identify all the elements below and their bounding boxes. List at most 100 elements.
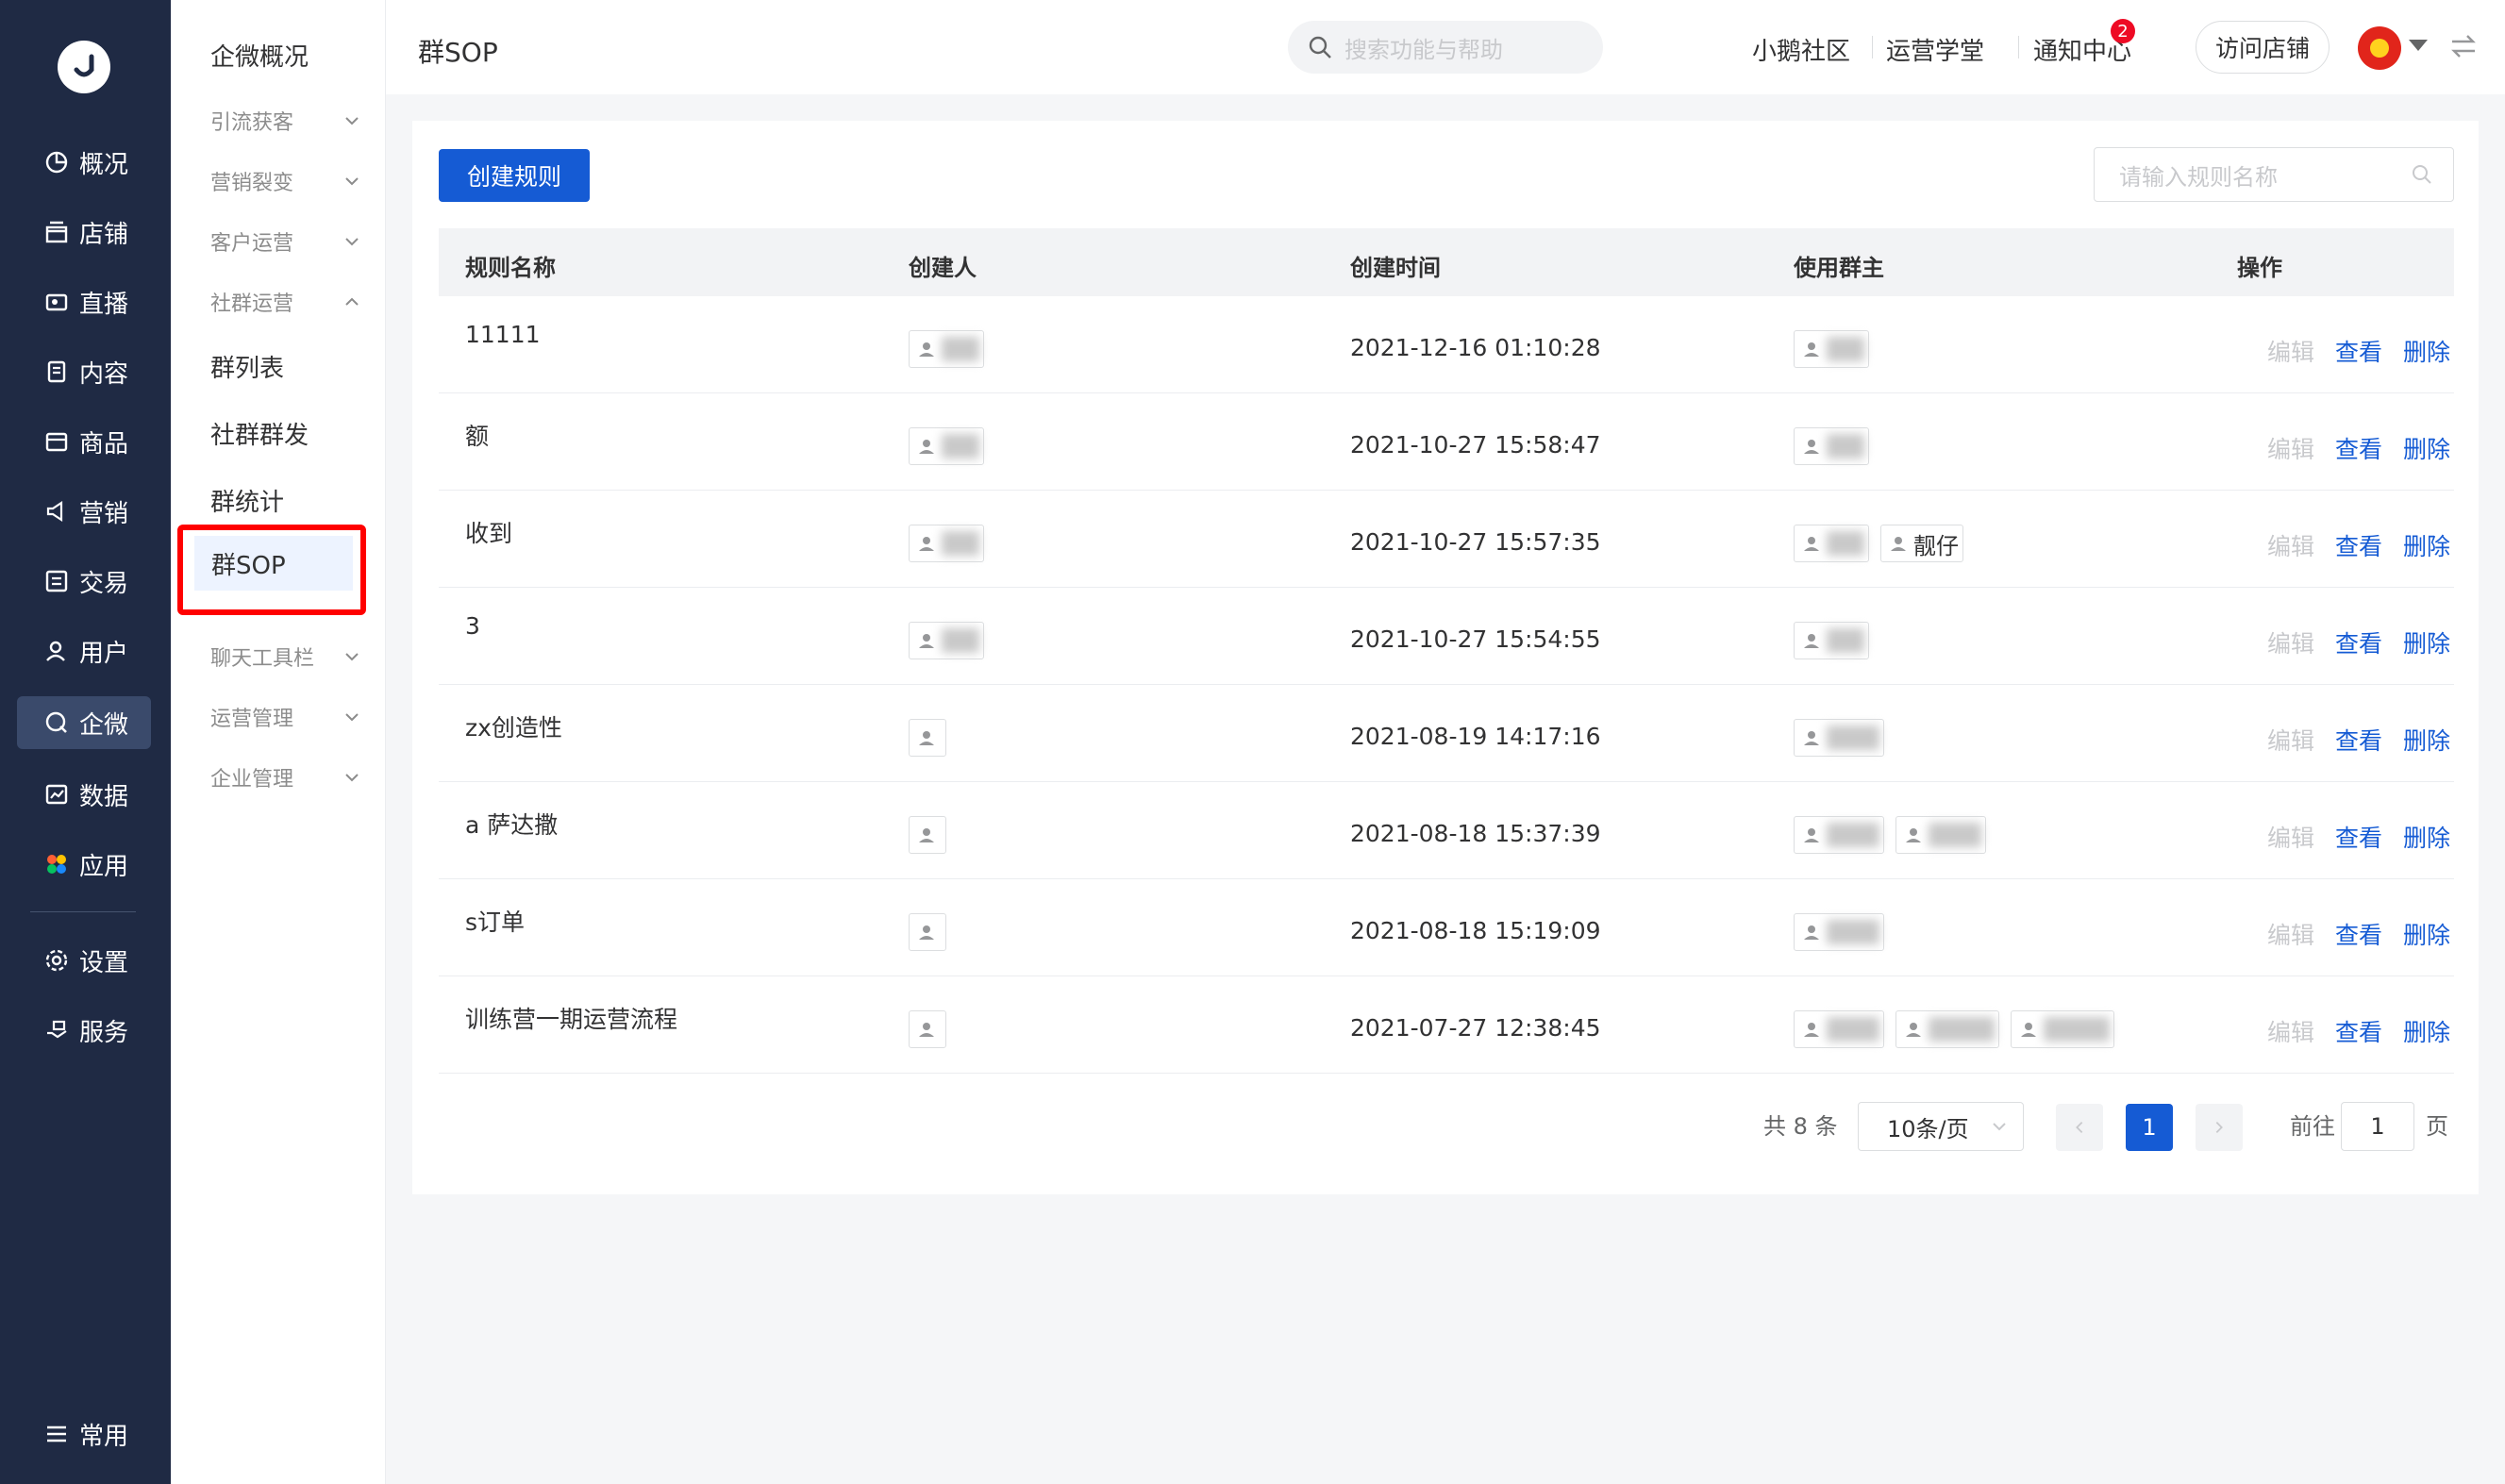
table-row: 3 2021-10-27 15:54:55 编辑 查看 删除 <box>439 588 2454 685</box>
delete-link[interactable]: 删除 <box>2403 625 2450 659</box>
edit-link[interactable]: 编辑 <box>2267 528 2314 562</box>
row-actions: 编辑 查看 删除 <box>2267 431 2450 465</box>
submenu-group-operations[interactable]: 运营管理 <box>210 691 361 743</box>
creator-chip <box>909 525 984 562</box>
submenu-group-community[interactable]: 社群运营 <box>210 275 361 328</box>
main-nav: 概况 店铺 直播 内容 商品 营销 交易 用户 企微 数据 应用 设置 服务 常… <box>0 0 171 1484</box>
delete-link[interactable]: 删除 <box>2403 917 2450 951</box>
delete-link[interactable]: 删除 <box>2403 431 2450 465</box>
submenu-item-group-list[interactable]: 群列表 <box>210 349 284 384</box>
nav-item-overview[interactable]: 概况 <box>17 136 151 189</box>
submenu-group-chat-toolbar[interactable]: 聊天工具栏 <box>210 630 361 683</box>
nav-item-favorites[interactable]: 常用 <box>17 1408 151 1460</box>
nav-item-apps[interactable]: 应用 <box>17 838 151 891</box>
edit-link[interactable]: 编辑 <box>2267 723 2314 757</box>
global-search-input[interactable]: 搜索功能与帮助 <box>1288 21 1603 74</box>
chevron-down-icon <box>345 713 359 722</box>
link-community[interactable]: 小鹅社区 <box>1752 32 1850 67</box>
table-row: 11111 2021-12-16 01:10:28 编辑 查看 删除 <box>439 296 2454 393</box>
submenu-group-customer[interactable]: 客户运营 <box>210 215 361 268</box>
delete-link[interactable]: 删除 <box>2403 528 2450 562</box>
nav-item-live[interactable]: 直播 <box>17 275 151 328</box>
user-icon <box>43 638 70 664</box>
nav-item-data[interactable]: 数据 <box>17 768 151 821</box>
next-page-button[interactable] <box>2196 1104 2243 1151</box>
box-icon <box>43 428 70 455</box>
link-academy[interactable]: 运营学堂 <box>1886 32 1984 67</box>
submenu-item-group-broadcast[interactable]: 社群群发 <box>210 416 309 451</box>
view-link[interactable]: 查看 <box>2335 528 2382 562</box>
rule-search-input[interactable]: 请输入规则名称 <box>2094 147 2454 202</box>
create-rule-button[interactable]: 创建规则 <box>439 149 590 202</box>
prev-page-button[interactable] <box>2056 1104 2103 1151</box>
blurred-name <box>1827 531 1864 556</box>
edit-link[interactable]: 编辑 <box>2267 917 2314 951</box>
user-avatar-icon <box>1906 828 1921 842</box>
view-link[interactable]: 查看 <box>2335 917 2382 951</box>
owner-chip <box>1794 1010 1884 1048</box>
view-link[interactable]: 查看 <box>2335 820 2382 854</box>
nav-item-service[interactable]: 服务 <box>17 1004 151 1057</box>
submenu-item-group-stats[interactable]: 群统计 <box>210 483 284 518</box>
page-size-select[interactable]: 10条/页 <box>1858 1102 2024 1151</box>
owner-chip <box>1794 622 1869 659</box>
rule-name: 3 <box>465 612 480 640</box>
edit-link[interactable]: 编辑 <box>2267 334 2314 368</box>
nav-item-trade[interactable]: 交易 <box>17 555 151 608</box>
creator-chip <box>909 719 946 757</box>
nav-item-label: 商品 <box>79 429 129 459</box>
blurred-name <box>1827 434 1864 459</box>
delete-link[interactable]: 删除 <box>2403 334 2450 368</box>
nav-item-wecom[interactable]: 企微 <box>17 696 151 749</box>
column-header-time: 创建时间 <box>1350 255 1441 281</box>
view-link[interactable]: 查看 <box>2335 723 2382 757</box>
visit-store-button[interactable]: 访问店铺 <box>2196 21 2330 74</box>
caret-down-icon[interactable] <box>2409 40 2428 51</box>
view-link[interactable]: 查看 <box>2335 625 2382 659</box>
user-avatar-icon <box>919 925 934 940</box>
blurred-name <box>1827 823 1879 847</box>
brand-logo[interactable] <box>58 41 110 93</box>
delete-link[interactable]: 删除 <box>2403 1014 2450 1048</box>
submenu-group-enterprise[interactable]: 企业管理 <box>210 751 361 804</box>
nav-item-user[interactable]: 用户 <box>17 625 151 677</box>
goto-prefix: 前往 <box>2290 1113 2335 1140</box>
search-icon <box>1309 36 1331 58</box>
delete-link[interactable]: 删除 <box>2403 820 2450 854</box>
nav-item-marketing[interactable]: 营销 <box>17 485 151 538</box>
submenu-group-fission[interactable]: 营销裂变 <box>210 155 361 208</box>
user-avatar-icon <box>919 731 934 745</box>
column-header-owner: 使用群主 <box>1794 255 1884 281</box>
creator-chip <box>909 913 946 951</box>
view-link[interactable]: 查看 <box>2335 1014 2382 1048</box>
goto-page-input[interactable]: 1 <box>2341 1102 2414 1151</box>
edit-link[interactable]: 编辑 <box>2267 625 2314 659</box>
trade-icon <box>43 568 70 594</box>
nav-item-goods[interactable]: 商品 <box>17 415 151 468</box>
nav-item-settings[interactable]: 设置 <box>17 934 151 987</box>
submenu-group-traffic[interactable]: 引流获客 <box>210 94 361 147</box>
owner-name: 靓仔 <box>1913 532 1959 559</box>
wecom-icon <box>43 709 70 736</box>
nav-item-store[interactable]: 店铺 <box>17 206 151 258</box>
switch-icon[interactable] <box>2448 32 2479 60</box>
user-avatar-icon <box>1804 828 1819 842</box>
nav-item-content[interactable]: 内容 <box>17 345 151 398</box>
nav-item-label: 服务 <box>79 1018 129 1047</box>
avatar[interactable] <box>2358 26 2401 70</box>
goto-suffix: 页 <box>2426 1113 2448 1140</box>
table-row: 额 2021-10-27 15:58:47 编辑 查看 删除 <box>439 393 2454 491</box>
submenu-title[interactable]: 企微概况 <box>210 38 309 73</box>
owner-chip <box>1895 816 1986 854</box>
user-avatar-icon <box>1804 731 1819 745</box>
owner-chip <box>1794 427 1869 465</box>
view-link[interactable]: 查看 <box>2335 431 2382 465</box>
edit-link[interactable]: 编辑 <box>2267 820 2314 854</box>
delete-link[interactable]: 删除 <box>2403 723 2450 757</box>
edit-link[interactable]: 编辑 <box>2267 431 2314 465</box>
view-link[interactable]: 查看 <box>2335 334 2382 368</box>
blurred-name <box>1827 725 1879 750</box>
page-number-current[interactable]: 1 <box>2126 1104 2173 1151</box>
pie-chart-icon <box>43 149 70 175</box>
edit-link[interactable]: 编辑 <box>2267 1014 2314 1048</box>
